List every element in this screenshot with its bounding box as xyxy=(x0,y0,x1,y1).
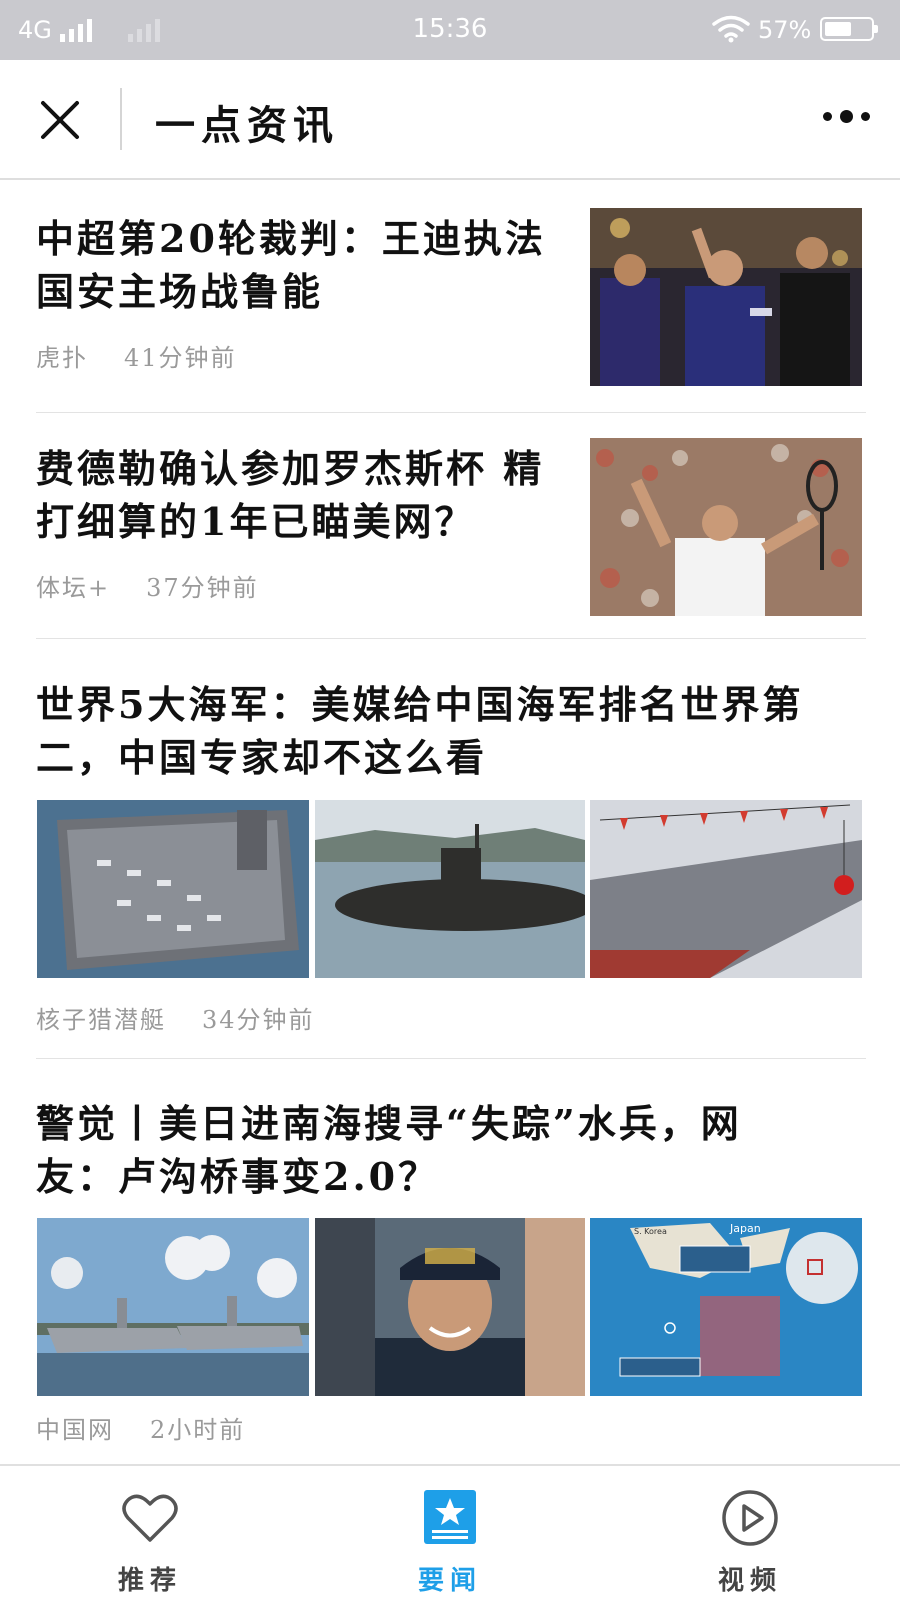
more-dot-icon xyxy=(823,112,832,121)
headline-line: 费德勒确认参加罗杰斯杯 精 xyxy=(36,446,545,491)
tab-recommend[interactable]: 推荐 xyxy=(0,1466,300,1602)
divider xyxy=(36,412,866,413)
news-meta: 中国网 2小时前 xyxy=(36,1410,245,1445)
news-headline: 费德勒确认参加罗杰斯杯 精 打细算的1年已瞄美网？ xyxy=(36,442,556,548)
headline-line: 打细算的1年已瞄美网？ xyxy=(36,499,476,544)
more-options-button[interactable] xyxy=(823,110,870,123)
headline-line: 国安主场战鲁能 xyxy=(36,269,324,314)
more-dot-icon xyxy=(840,110,853,123)
header-divider xyxy=(120,88,122,150)
news-headline: 警觉丨美日进南海搜寻“失踪”水兵，网 友：卢沟桥事变2.0？ xyxy=(36,1097,866,1203)
news-image-destroyers[interactable] xyxy=(37,1218,309,1396)
close-icon xyxy=(41,101,79,139)
news-image-sailor-portrait[interactable] xyxy=(315,1218,585,1396)
headline-line: 中超第20轮裁判：王迪执法 xyxy=(36,216,546,261)
status-bar: 4G 15:36 57% xyxy=(0,0,900,60)
tab-video[interactable]: 视频 xyxy=(600,1466,900,1602)
news-time: 37分钟前 xyxy=(146,574,259,602)
news-item[interactable]: 世界5大海军：美媒给中国海军排名世界第 二，中国专家却不这么看 xyxy=(36,678,866,784)
battery-fill xyxy=(825,22,851,36)
news-image-aircraft-carrier[interactable] xyxy=(37,800,309,978)
play-icon xyxy=(720,1488,780,1548)
tab-label: 推荐 xyxy=(117,1566,182,1596)
news-source: 中国网 xyxy=(36,1416,114,1444)
map-label: S. Korea xyxy=(634,1227,667,1236)
page-title: 一点资讯 xyxy=(155,102,339,149)
news-image-submarine[interactable] xyxy=(315,800,585,978)
headline-line: 警觉丨美日进南海搜寻“失踪”水兵，网 xyxy=(36,1101,742,1146)
headline-line: 二，中国专家却不这么看 xyxy=(36,735,488,780)
app-header: 一点资讯 xyxy=(0,60,900,180)
more-dot-icon xyxy=(861,112,870,121)
news-headline: 世界5大海军：美媒给中国海军排名世界第 二，中国专家却不这么看 xyxy=(36,678,866,784)
star-news-icon xyxy=(420,1488,480,1548)
news-thumbnail-referees[interactable] xyxy=(590,208,862,386)
news-source: 虎扑 xyxy=(36,344,88,372)
battery-icon xyxy=(820,17,878,41)
tab-label: 要闻 xyxy=(417,1566,482,1596)
headline-line: 友：卢沟桥事变2.0？ xyxy=(36,1154,440,1199)
divider xyxy=(36,1058,866,1059)
news-time: 34分钟前 xyxy=(202,1006,315,1034)
news-source: 体坛+ xyxy=(36,574,111,602)
battery-percent: 57% xyxy=(758,16,812,44)
news-thumbnail-tennis[interactable] xyxy=(590,438,862,616)
headline-line: 世界5大海军：美媒给中国海军排名世界第 xyxy=(36,682,804,727)
news-image-search-map[interactable]: Japan S. Korea xyxy=(590,1218,862,1396)
news-source: 核子猎潜艇 xyxy=(36,1006,166,1034)
battery-nub xyxy=(874,25,878,33)
news-meta: 核子猎潜艇 34分钟前 xyxy=(36,1000,315,1035)
news-headline: 中超第20轮裁判：王迪执法 国安主场战鲁能 xyxy=(36,212,556,318)
news-time: 41分钟前 xyxy=(124,344,237,372)
news-time: 2小时前 xyxy=(150,1416,246,1444)
wifi-icon xyxy=(712,15,750,47)
heart-icon xyxy=(120,1488,180,1548)
news-image-warship-bow[interactable] xyxy=(590,800,862,978)
close-button[interactable] xyxy=(40,100,80,140)
tab-headlines[interactable]: 要闻 xyxy=(300,1466,600,1602)
tab-label: 视频 xyxy=(717,1566,782,1596)
bottom-tab-bar: 推荐 要闻 视频 xyxy=(0,1464,900,1602)
map-label: Japan xyxy=(729,1222,761,1235)
news-item[interactable]: 警觉丨美日进南海搜寻“失踪”水兵，网 友：卢沟桥事变2.0？ xyxy=(36,1097,866,1203)
divider xyxy=(36,638,866,639)
